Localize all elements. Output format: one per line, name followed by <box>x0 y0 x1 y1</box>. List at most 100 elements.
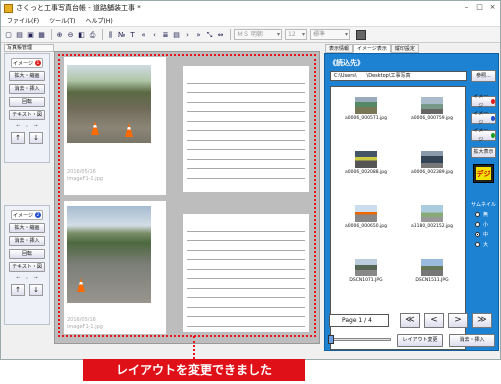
zoom-view-button[interactable]: 拡大表示 <box>471 147 496 158</box>
red-circle-icon <box>490 99 495 104</box>
close-icon[interactable]: × <box>487 2 498 12</box>
toolbar: ▢ ▤ ▣ ▦ ⊕ ⊖ ◧ ⎙ ⫼ № T « ‹ ≣ ▤ › » ⤡ ⇔ ＭＳ… <box>1 27 500 43</box>
thumb-size-none[interactable]: 無 <box>475 211 496 218</box>
zoom-button-1[interactable]: 拡大・縮画 <box>9 71 45 81</box>
page-break-icon[interactable]: ⫼ <box>106 30 115 40</box>
rotate-button-1[interactable]: 回転 <box>9 97 45 107</box>
left-panel-1: イメージ 1 拡大・縮画 消去・挿入 回転 テキスト・図 ← ・ → ↑ ↓ <box>4 53 50 163</box>
menu-help[interactable]: ヘルプ(H) <box>86 16 113 25</box>
thumbnail-list[interactable]: a0006_000571.jpg a0006_000759.jpg a0006_… <box>330 86 466 350</box>
font-color-swatch[interactable] <box>356 29 366 40</box>
title-bar: さくっと工事写真台帳 - 道路舗装工事 * – □ × <box>1 1 500 15</box>
image-1-button[interactable]: イメージ <box>471 94 496 109</box>
page-indicator: Page 1 / 4 <box>329 314 389 327</box>
tab-stamp-settings[interactable]: 縦印設定 <box>390 44 419 53</box>
menu-tools[interactable]: ツール(T) <box>49 16 75 25</box>
thumbnail-item[interactable]: a0006_002088.jpg <box>337 151 395 175</box>
move-down-button-1[interactable]: ↓ <box>29 132 43 144</box>
image-tag-1: イメージ 1 <box>11 58 43 68</box>
new-file-icon[interactable]: ▢ <box>4 30 13 40</box>
slider-handle[interactable] <box>328 335 334 344</box>
preview-icon[interactable]: ◧ <box>77 30 86 40</box>
image-button-column: イメージ イメージ イメージ 拡大表示 デジ サムネイル 無 小 中 大 <box>471 94 496 248</box>
text-figure-button-1[interactable]: テキスト・図 <box>9 110 45 120</box>
app-window: さくっと工事写真台帳 - 道路舗装工事 * – □ × ファイル(F) ツール(… <box>0 0 501 360</box>
app-logo-icon <box>4 3 13 13</box>
browse-button[interactable]: 参照... <box>471 70 496 82</box>
blue-circle-icon: 2 <box>34 212 41 218</box>
first-page-icon[interactable]: « <box>139 30 148 40</box>
thumbnail-item[interactable]: a1180_002152.jpg <box>403 205 461 229</box>
move-up-button-2[interactable]: ↑ <box>11 284 25 296</box>
thumbnail-item[interactable]: a0006_002389.jpg <box>403 151 461 175</box>
tab-photo-album[interactable]: 写真帳管理 <box>4 44 54 52</box>
zoom-button-2[interactable]: 拡大・縮画 <box>9 223 45 233</box>
font-size-select[interactable]: 12 <box>285 29 307 40</box>
minimize-icon[interactable]: – <box>461 2 472 12</box>
move-down-button-2[interactable]: ↓ <box>29 284 43 296</box>
layout-change-button[interactable]: レイアウト変更 <box>397 334 443 347</box>
text-icon[interactable]: T <box>128 30 137 40</box>
prev-page-button[interactable]: < <box>424 313 444 328</box>
next-page-button[interactable]: > <box>448 313 468 328</box>
rotate-button-2[interactable]: 回転 <box>9 249 45 259</box>
font-name-select[interactable]: ＭＳ 明朝 <box>234 29 282 40</box>
tab-display-info[interactable]: 表示情報 <box>325 44 354 53</box>
last-page-icon[interactable]: » <box>194 30 203 40</box>
thumb-size-large[interactable]: 大 <box>475 241 496 248</box>
prev-page-icon[interactable]: ‹ <box>150 30 159 40</box>
image-2-button[interactable]: イメージ <box>471 111 496 126</box>
arrow-hint-2: ← ・ → <box>16 275 38 282</box>
right-tabs: 表示情報 イメージ表示 縦印設定 <box>325 44 419 53</box>
zoom-slider[interactable] <box>328 335 391 344</box>
callout-connector <box>193 336 195 359</box>
fit-icon[interactable]: ⤡ <box>205 30 214 40</box>
erase-insert-button-1[interactable]: 消去・挿入 <box>9 84 45 94</box>
move-up-button-1[interactable]: ↑ <box>11 132 25 144</box>
tab-image-view[interactable]: イメージ表示 <box>353 44 391 53</box>
thumbnail-item[interactable]: a0006_000571.jpg <box>337 97 395 121</box>
open-folder-icon[interactable]: ▤ <box>15 30 24 40</box>
window-title: さくっと工事写真台帳 - 道路舗装工事 * <box>16 4 141 12</box>
arrow-hint-1: ← ・ → <box>16 123 38 130</box>
thumb-size-medium[interactable]: 中 <box>475 231 496 238</box>
font-style-select[interactable]: 標準 <box>310 29 350 40</box>
save-icon[interactable]: ▣ <box>26 30 35 40</box>
menu-bar: ファイル(F) ツール(T) ヘルプ(H) <box>1 15 500 27</box>
swap-icon[interactable]: ⇔ <box>216 30 225 40</box>
first-page-button[interactable]: ≪ <box>400 313 420 328</box>
last-page-button[interactable]: ≫ <box>472 313 492 328</box>
left-panel-2: イメージ 2 拡大・縮画 消去・挿入 回転 テキスト・図 ← ・ → ↑ ↓ <box>4 205 50 325</box>
blue-circle-icon <box>490 116 495 121</box>
image-tag-2: イメージ 2 <box>11 210 43 220</box>
digital-camera-icon[interactable]: デジ <box>473 164 494 183</box>
print-icon[interactable]: ⎙ <box>88 30 97 40</box>
thumbnail-item[interactable]: a0006_000759.jpg <box>403 97 461 121</box>
next-page-icon[interactable]: › <box>183 30 192 40</box>
erase-insert-button[interactable]: 消去・挿入 <box>449 334 495 347</box>
pager: Page 1 / 4 ≪ < > ≫ <box>327 312 497 330</box>
thumb-size-small[interactable]: 小 <box>475 221 496 228</box>
save-as-icon[interactable]: ▦ <box>37 30 46 40</box>
load-source-heading: 《読込先》 <box>329 59 364 67</box>
thumbnail-item[interactable]: DSCN1071.JPG <box>337 259 395 283</box>
erase-insert-button-2[interactable]: 消去・挿入 <box>9 236 45 246</box>
menu-file[interactable]: ファイル(F) <box>7 16 39 25</box>
thumbnail-item[interactable]: a0006_000650.jpg <box>337 205 395 229</box>
layout-changed-banner: レイアウトを変更できました <box>83 359 305 381</box>
grid-icon[interactable]: ▤ <box>172 30 181 40</box>
thumbnail-size-label: サムネイル <box>471 202 496 208</box>
image-browser-panel: 《読込先》 C:\Users\ \Desktop\工事写真 参照... a000… <box>324 53 499 351</box>
zoom-out-icon[interactable]: ⊖ <box>66 30 75 40</box>
green-circle-icon <box>490 133 495 138</box>
number-icon[interactable]: № <box>117 30 126 40</box>
text-figure-button-2[interactable]: テキスト・図 <box>9 262 45 272</box>
thumbnail-item[interactable]: DSCN1511.JPG <box>403 259 461 283</box>
maximize-icon[interactable]: □ <box>474 2 485 12</box>
folder-path-field[interactable]: C:\Users\ \Desktop\工事写真 <box>330 71 467 81</box>
image-3-button[interactable]: イメージ <box>471 128 496 143</box>
list-icon[interactable]: ≣ <box>161 30 170 40</box>
zoom-in-icon[interactable]: ⊕ <box>55 30 64 40</box>
changed-layout-highlight <box>58 54 316 337</box>
red-circle-icon: 1 <box>34 60 41 66</box>
